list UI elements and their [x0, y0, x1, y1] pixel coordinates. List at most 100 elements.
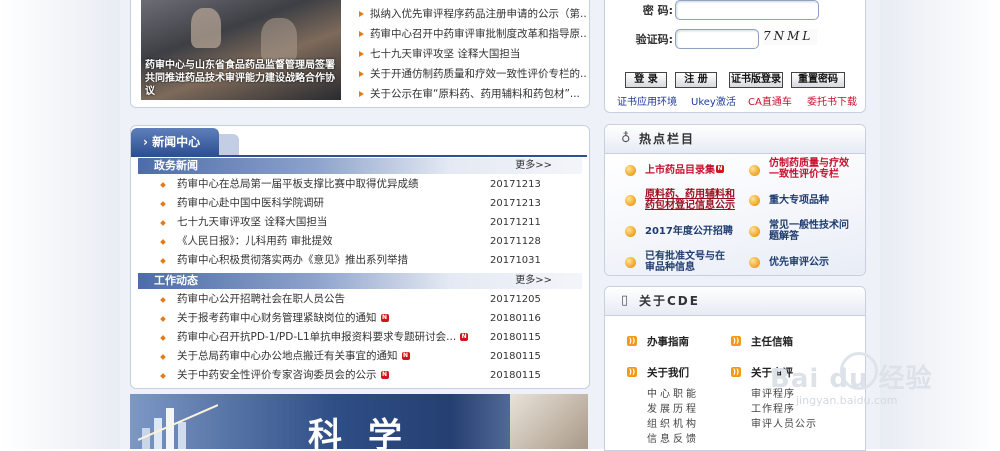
diamond-bullet-icon	[160, 297, 166, 303]
feature-list-item[interactable]: 药审中心召开中药审评审批制度改革和指导原...	[359, 24, 587, 44]
list-item[interactable]: 《人民日报》：儿科用药 审批提效 20171128	[160, 232, 561, 251]
tab-news-center[interactable]: › 新闻中心	[131, 128, 219, 156]
about-item-about-us[interactable]: 关于我们	[647, 365, 689, 380]
news-title[interactable]: 药审中心积极贯彻落实两办《意见》推出系列举措	[177, 251, 408, 270]
hot-item-major-projects[interactable]: 重大专项品种	[769, 195, 829, 206]
science-banner[interactable]: 科学	[130, 394, 588, 449]
about-title: 关于CDE	[639, 294, 700, 308]
diamond-bullet-icon	[160, 239, 166, 245]
about-item-guide[interactable]: 办事指南	[647, 334, 689, 349]
cert-env-link[interactable]: 证书应用环境	[617, 93, 677, 108]
news-title-text[interactable]: 关于中药安全性评价专家咨询委员会的公示	[177, 369, 377, 381]
rss-icon: ))	[627, 367, 637, 377]
hot-item-generic-consistency[interactable]: 仿制药质量与疗效一致性评价专栏	[769, 158, 855, 180]
captcha-input[interactable]	[675, 29, 759, 49]
news-title-text[interactable]: 药审中心召开抗PD-1/PD-L1单抗申报资料要求专题研讨会...	[177, 331, 456, 343]
more-link[interactable]: 更多>>	[515, 273, 552, 289]
hot-item-faq[interactable]: 常见一般性技术问题解答	[769, 220, 849, 242]
news-title[interactable]: 药审中心召开抗PD-1/PD-L1单抗申报资料要求专题研讨会... N	[177, 328, 469, 347]
login-button[interactable]: 登 录	[625, 72, 667, 88]
news-date: 20171031	[490, 255, 541, 266]
news-tab-label: 新闻中心	[152, 135, 201, 149]
news-date: 20171205	[490, 294, 541, 305]
section-header-work: 工作动态 更多>>	[138, 273, 582, 289]
feature-item-link[interactable]: 七十九天审评攻坚 诠释大国担当	[370, 48, 520, 60]
hot-item-priority-review[interactable]: 优先审评公示	[769, 257, 829, 268]
more-link[interactable]: 更多>>	[515, 158, 552, 174]
proxy-download-link[interactable]: 委托书下载	[807, 93, 857, 108]
sub-link[interactable]: 发展历程	[647, 402, 699, 417]
captcha-row: 验证码:	[625, 31, 673, 53]
news-date: 20171213	[490, 198, 541, 209]
list-item[interactable]: 药审中心在总局第一届平板支撑比赛中取得优异成绩 20171213	[160, 175, 561, 194]
hot-item-recruitment[interactable]: 2017年度公开招聘	[645, 226, 733, 237]
news-title[interactable]: 《人民日报》：儿科用药 审批提效	[177, 232, 333, 251]
section-header-policy: 政务新闻 更多>>	[138, 158, 582, 174]
feature-list-item[interactable]: 关于公示在审“原料药、药用辅料和药包材”...	[359, 84, 587, 104]
feature-photo-caption[interactable]: 药审中心与山东省食品药品监督管理局签署共同推进药品技术审评能力建设战略合作协议	[145, 59, 337, 98]
list-item[interactable]: 关于总局药审中心办公地点搬迁有关事宜的通知 N 20180115	[160, 347, 561, 366]
password-input[interactable]	[675, 0, 819, 20]
hot-item-approved-info[interactable]: 已有批准文号与在审品种信息	[645, 251, 729, 273]
new-badge-icon: N	[380, 371, 389, 379]
feature-list: 拟纳入优先审评程序药品注册申请的公示（第... 药审中心召开中药审评审批制度改革…	[359, 4, 587, 104]
new-badge-icon: N	[401, 352, 410, 360]
sub-link[interactable]: 中心职能	[647, 387, 699, 402]
reset-password-button[interactable]: 重置密码	[791, 72, 845, 88]
feature-photo[interactable]: 药审中心与山东省食品药品监督管理局签署共同推进药品技术审评能力建设战略合作协议	[141, 0, 341, 100]
list-item[interactable]: 药审中心召开抗PD-1/PD-L1单抗申报资料要求专题研讨会... N 201801…	[160, 328, 561, 347]
news-center-panel: › 新闻中心 政务新闻 更多>> 药审中心在总局第一届平板支撑比赛中取得优异成绩…	[130, 125, 590, 389]
news-title[interactable]: 药审中心在总局第一届平板支撑比赛中取得优异成绩	[177, 175, 419, 194]
diamond-bullet-icon	[160, 316, 166, 322]
section-title: 政务新闻	[154, 159, 198, 172]
news-title[interactable]: 七十九天审评攻坚 诠释大国担当	[177, 213, 327, 232]
feature-item-link[interactable]: 关于开通仿制药质量和疗效一致性评价专栏的...	[370, 68, 587, 80]
register-button[interactable]: 注 册	[675, 72, 717, 88]
list-item[interactable]: 药审中心赴中国中医科学院调研 20171213	[160, 194, 561, 213]
about-item-director-mailbox[interactable]: 主任信箱	[751, 334, 793, 349]
hot-column-title: 热点栏目	[639, 132, 696, 146]
triangle-bullet-icon	[359, 11, 364, 17]
captcha-image[interactable]: 7NML	[763, 29, 817, 45]
password-label: 密 码:	[642, 4, 673, 17]
new-badge-icon: N	[460, 333, 469, 341]
sub-link[interactable]: 审评人员公示	[751, 417, 817, 432]
list-item[interactable]: 药审中心积极贯彻落实两办《意见》推出系列举措 20171031	[160, 251, 561, 270]
list-item[interactable]: 七十九天审评攻坚 诠释大国担当 20171211	[160, 213, 561, 232]
news-title[interactable]: 关于报考药审中心财务管理紧缺岗位的通知 N	[177, 309, 389, 328]
news-title-text[interactable]: 关于报考药审中心财务管理紧缺岗位的通知	[177, 312, 377, 324]
sub-link[interactable]: 组织机构	[647, 417, 699, 432]
news-list-work: 药审中心公开招聘社会在职人员公告 20171205 关于报考药审中心财务管理紧缺岗…	[160, 290, 561, 385]
news-title[interactable]: 药审中心赴中国中医科学院调研	[177, 194, 324, 213]
list-item[interactable]: 关于中药安全性评价专家咨询委员会的公示 N 20180115	[160, 366, 561, 385]
orb-bullet-icon	[749, 226, 760, 237]
list-item[interactable]: 药审中心公开招聘社会在职人员公告 20171205	[160, 290, 561, 309]
news-date: 20171211	[490, 217, 541, 228]
news-title[interactable]: 关于总局药审中心办公地点搬迁有关事宜的通知 N	[177, 347, 410, 366]
feature-list-item[interactable]: 七十九天审评攻坚 诠释大国担当	[359, 44, 587, 64]
feature-list-item[interactable]: 拟纳入优先审评程序药品注册申请的公示（第...	[359, 4, 587, 24]
feature-item-link[interactable]: 药审中心召开中药审评审批制度改革和指导原...	[370, 28, 587, 40]
section-title: 工作动态	[154, 274, 198, 287]
lightbulb-icon: ♁	[621, 131, 631, 146]
login-buttons: 登 录 注 册 证书版登录 重置密码	[623, 72, 863, 88]
news-title[interactable]: 药审中心公开招聘社会在职人员公告	[177, 290, 345, 309]
hot-item-drug-catalog[interactable]: 上市药品目录集	[645, 165, 715, 176]
ukey-activate-link[interactable]: Ukey激活	[691, 93, 736, 108]
hot-item-material-registration[interactable]: 原料药、药用辅料和药包材登记信息公示	[645, 189, 739, 211]
news-title-text[interactable]: 关于总局药审中心办公地点搬迁有关事宜的通知	[177, 350, 398, 362]
certificate-login-button[interactable]: 证书版登录	[729, 72, 783, 88]
diamond-bullet-icon	[160, 354, 166, 360]
list-item[interactable]: 关于报考药审中心财务管理紧缺岗位的通知 N 20180116	[160, 309, 561, 328]
rss-icon: ))	[731, 367, 741, 377]
news-date: 20180115	[490, 332, 541, 343]
sub-link[interactable]: 信息反馈	[647, 432, 699, 447]
ca-link[interactable]: CA直通车	[748, 93, 792, 108]
feature-list-item[interactable]: 关于开通仿制药质量和疗效一致性评价专栏的...	[359, 64, 587, 84]
feature-item-link[interactable]: 关于公示在审“原料药、药用辅料和药包材”...	[370, 88, 580, 100]
feature-panel: 药审中心与山东省食品药品监督管理局签署共同推进药品技术审评能力建设战略合作协议 …	[130, 0, 590, 108]
new-badge-icon: N	[380, 314, 389, 322]
feature-item-link[interactable]: 拟纳入优先审评程序药品注册申请的公示（第...	[370, 8, 587, 20]
banner-text: 科学	[308, 416, 428, 449]
news-title[interactable]: 关于中药安全性评价专家咨询委员会的公示 N	[177, 366, 389, 385]
